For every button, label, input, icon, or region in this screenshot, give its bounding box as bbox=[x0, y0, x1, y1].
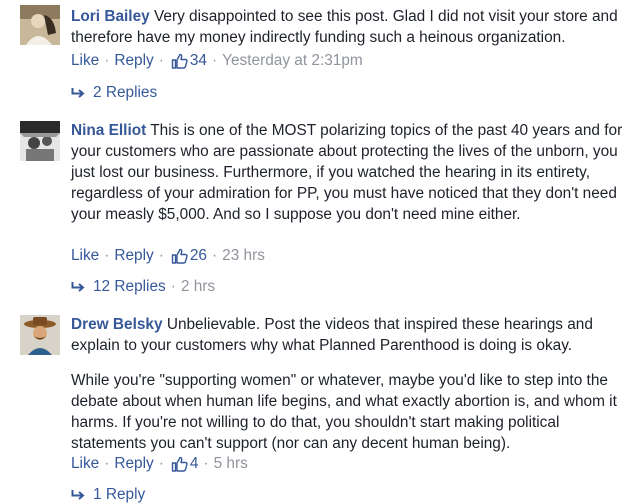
replies-count-label[interactable]: 2 Replies bbox=[93, 84, 157, 102]
like-count[interactable]: 4 bbox=[190, 455, 199, 473]
separator: · bbox=[158, 52, 164, 69]
replies-count-label[interactable]: 12 Replies bbox=[93, 278, 166, 296]
separator: · bbox=[212, 247, 218, 264]
comment-body: Nina Elliot This is one of the MOST pola… bbox=[71, 120, 631, 225]
replies-count-label[interactable]: 1 Reply bbox=[93, 486, 145, 504]
separator: · bbox=[104, 455, 110, 472]
like-link[interactable]: Like bbox=[71, 52, 99, 70]
author-name-link[interactable]: Drew Belsky bbox=[71, 316, 163, 333]
comment-body: Lori Bailey Very disappointed to see thi… bbox=[71, 6, 631, 48]
author-name-link[interactable]: Nina Elliot bbox=[71, 122, 146, 139]
timestamp-link[interactable]: Yesterday at 2:31pm bbox=[222, 52, 363, 70]
avatar[interactable] bbox=[20, 315, 60, 355]
separator: · bbox=[212, 52, 218, 69]
view-replies-link[interactable]: 1 Reply bbox=[71, 486, 145, 504]
comment-actions: Like · Reply · 26 · 23 hrs bbox=[71, 247, 265, 265]
comment-actions: Like · Reply · 34 · Yesterday at 2:31pm bbox=[71, 52, 363, 70]
separator: · bbox=[158, 455, 164, 472]
comment-text: Very disappointed to see this post. Glad… bbox=[71, 8, 618, 46]
avatar[interactable] bbox=[20, 121, 60, 161]
reply-link[interactable]: Reply bbox=[114, 52, 153, 70]
reply-arrow-icon bbox=[71, 88, 85, 98]
avatar[interactable] bbox=[20, 5, 60, 45]
reply-arrow-icon bbox=[71, 282, 85, 292]
thumbs-up-icon[interactable] bbox=[171, 456, 188, 472]
user-photo-icon bbox=[20, 5, 60, 45]
separator: · bbox=[104, 52, 110, 69]
like-link[interactable]: Like bbox=[71, 455, 99, 473]
replies-timestamp[interactable]: 2 hrs bbox=[181, 278, 215, 296]
like-link[interactable]: Like bbox=[71, 247, 99, 265]
view-replies-link[interactable]: 2 Replies bbox=[71, 84, 157, 102]
reply-link[interactable]: Reply bbox=[114, 455, 153, 473]
separator: · bbox=[203, 455, 209, 472]
separator: · bbox=[158, 247, 164, 264]
user-photo-icon bbox=[20, 315, 60, 355]
comment-text: While you're "supporting women" or whate… bbox=[71, 372, 617, 452]
comment-body: Drew Belsky Unbelievable. Post the video… bbox=[71, 314, 631, 356]
separator: · bbox=[170, 278, 176, 295]
thumbs-up-icon[interactable] bbox=[171, 248, 188, 264]
reply-link[interactable]: Reply bbox=[114, 247, 153, 265]
view-replies-link[interactable]: 12 Replies · 2 hrs bbox=[71, 278, 215, 296]
reply-arrow-icon bbox=[71, 490, 85, 500]
separator: · bbox=[104, 247, 110, 264]
user-photo-icon bbox=[20, 121, 60, 161]
comment-actions: Like · Reply · 4 · 5 hrs bbox=[71, 455, 248, 473]
timestamp-link[interactable]: 5 hrs bbox=[214, 455, 248, 473]
like-count[interactable]: 26 bbox=[190, 247, 207, 265]
author-name-link[interactable]: Lori Bailey bbox=[71, 8, 150, 25]
timestamp-link[interactable]: 23 hrs bbox=[222, 247, 265, 265]
thumbs-up-icon[interactable] bbox=[171, 53, 188, 69]
like-count[interactable]: 34 bbox=[190, 52, 207, 70]
comment-text: This is one of the MOST polarizing topic… bbox=[71, 122, 623, 223]
